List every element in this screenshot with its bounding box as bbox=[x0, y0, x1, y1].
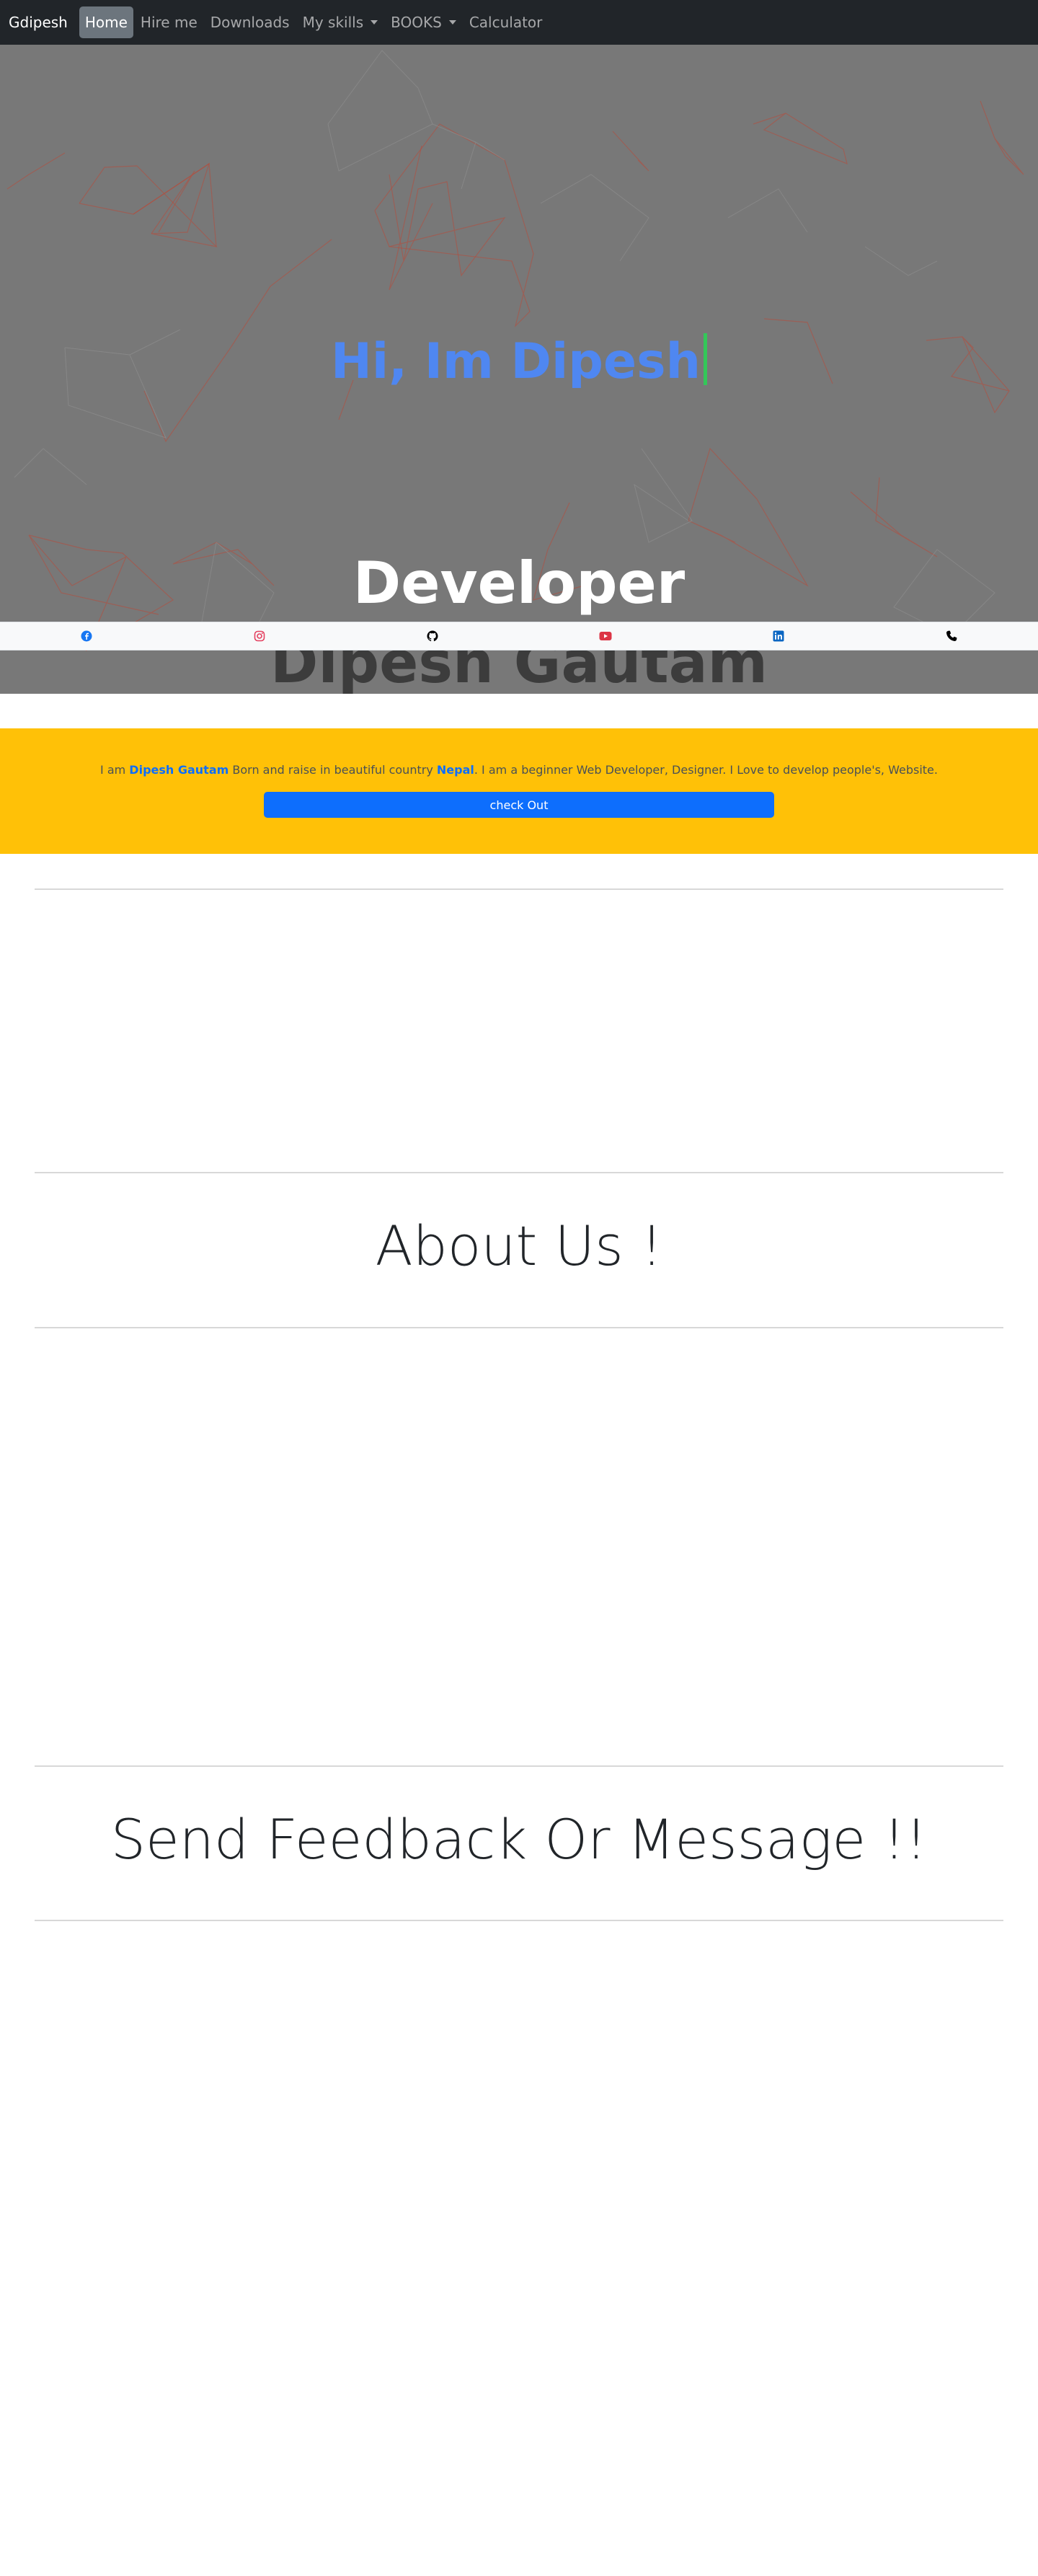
navbar: Gdipesh Home Hire me Downloads My skills… bbox=[0, 0, 1038, 45]
caret-down-icon bbox=[448, 20, 456, 25]
nav-hire-me-label: Hire me bbox=[140, 14, 198, 31]
intro-suffix: . I am a beginner Web Developer, Designe… bbox=[474, 763, 938, 777]
instagram-icon bbox=[254, 630, 265, 642]
hero-role: Developer bbox=[352, 550, 686, 617]
intro-middle: Born and raise in beautiful country bbox=[229, 763, 437, 777]
social-facebook-link[interactable] bbox=[0, 630, 173, 642]
section-divider bbox=[35, 1327, 1003, 1328]
intro-prefix: I am bbox=[100, 763, 130, 777]
intro-section: I am Dipesh Gautam Born and raise in bea… bbox=[0, 728, 1038, 854]
section-divider bbox=[35, 1172, 1003, 1173]
caret-down-icon bbox=[371, 20, 378, 25]
facebook-icon bbox=[81, 630, 92, 642]
intro-text: I am Dipesh Gautam Born and raise in bea… bbox=[0, 763, 1038, 777]
section-divider bbox=[35, 1920, 1003, 1921]
phone-icon bbox=[946, 630, 957, 642]
youtube-icon bbox=[599, 632, 612, 640]
linkedin-icon bbox=[773, 630, 784, 642]
nav-books-dropdown[interactable]: BOOKS bbox=[385, 6, 462, 38]
nav-hire-me[interactable]: Hire me bbox=[135, 6, 203, 38]
hero-section: Hi, Im Dipesh Developer Dipesh Gautam bbox=[0, 45, 1038, 694]
social-links-bar bbox=[0, 622, 1038, 650]
nav-calculator[interactable]: Calculator bbox=[463, 6, 549, 38]
social-github-link[interactable] bbox=[346, 630, 519, 642]
nav-my-skills-dropdown[interactable]: My skills bbox=[297, 6, 384, 38]
social-linkedin-link[interactable] bbox=[692, 630, 865, 642]
nav-my-skills-label: My skills bbox=[302, 14, 364, 31]
intro-name: Dipesh Gautam bbox=[129, 763, 229, 777]
nav-calculator-label: Calculator bbox=[469, 14, 543, 31]
nav-downloads-label: Downloads bbox=[210, 14, 290, 31]
hero-greeting: Hi, Im Dipesh bbox=[0, 333, 1038, 390]
brand-link[interactable]: Gdipesh bbox=[9, 14, 68, 31]
social-youtube-link[interactable] bbox=[519, 631, 692, 641]
social-phone-link[interactable] bbox=[865, 630, 1038, 642]
typing-cursor bbox=[704, 333, 707, 385]
intro-country: Nepal bbox=[436, 763, 474, 777]
social-instagram-link[interactable] bbox=[173, 630, 346, 642]
nav-home-label: Home bbox=[84, 14, 128, 31]
feedback-heading: Send Feedback Or Message !! bbox=[110, 1807, 928, 1871]
section-divider bbox=[35, 1765, 1003, 1767]
github-icon bbox=[427, 630, 438, 642]
section-divider bbox=[35, 888, 1003, 890]
check-out-button[interactable]: check Out bbox=[264, 792, 774, 818]
hero-greeting-text: Hi, Im Dipesh bbox=[331, 333, 701, 390]
about-us-heading: About Us ! bbox=[375, 1214, 663, 1278]
nav-books-label: BOOKS bbox=[391, 14, 442, 31]
nav-home[interactable]: Home bbox=[79, 6, 133, 38]
nav-downloads[interactable]: Downloads bbox=[205, 6, 296, 38]
